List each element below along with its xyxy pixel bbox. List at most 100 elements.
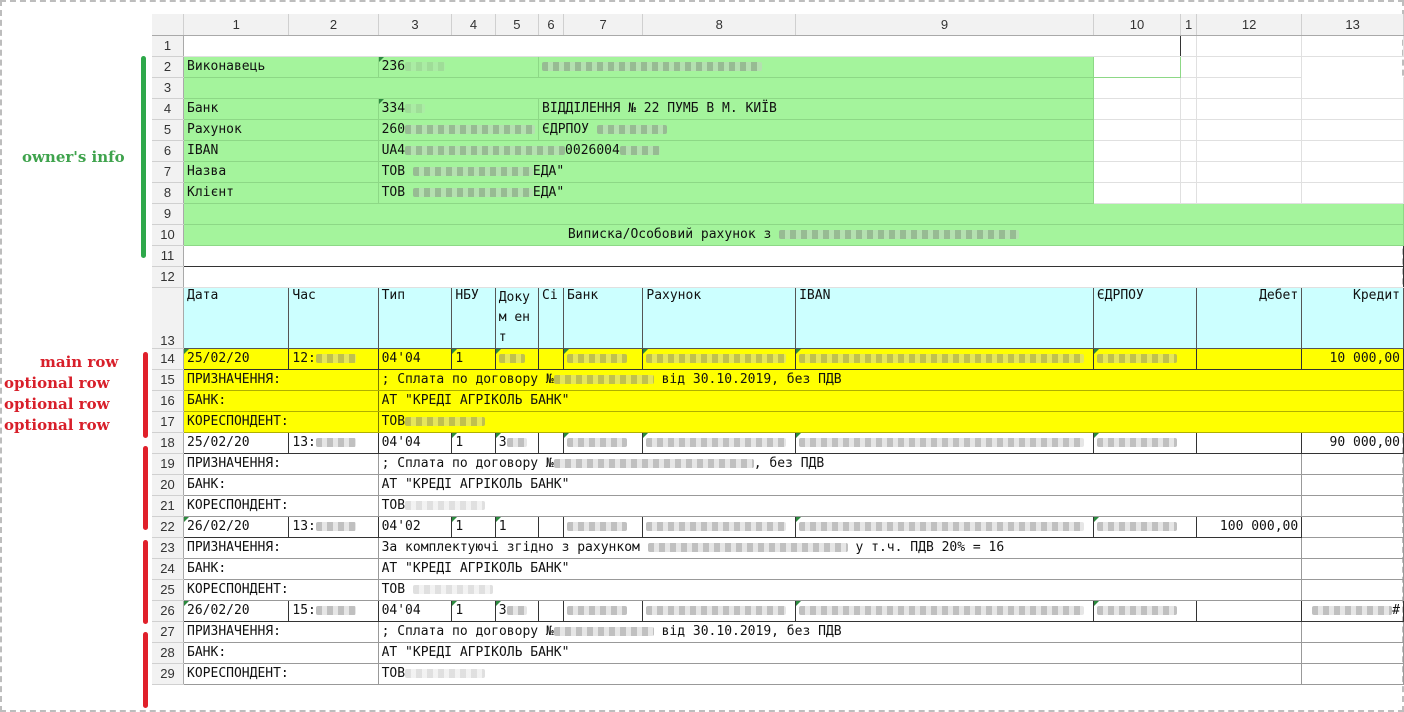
col-header-8[interactable]: 8 [642,14,797,36]
cell-nbu[interactable]: 1 [451,347,496,370]
row-header[interactable]: 25 [152,579,185,601]
row-header[interactable]: 11 [152,245,185,267]
cell-a8[interactable]: Клієнт [183,182,379,204]
header-account[interactable]: Рахунок [642,286,797,349]
cell-correspondent[interactable]: ТОВ [378,579,1303,601]
cell-nbu[interactable]: 1 [451,431,496,454]
row-header[interactable]: 2 [152,56,185,78]
cell-label[interactable]: БАНК: [183,558,379,580]
cell-purpose[interactable]: ; Сплата по договору № від 30.10.2019, б… [378,621,1303,643]
row-header[interactable]: 18 [152,432,185,454]
cell-f2[interactable] [538,56,1094,78]
cell-correspondent[interactable]: ТОВ [378,663,1303,685]
cell-correspondent[interactable]: ТОВ [378,495,1303,517]
cell-label[interactable]: КОРЕСПОНДЕНТ: [183,663,379,685]
cell-c4[interactable]: 334 [378,98,540,120]
cell-credit[interactable]: 10 000,00 [1301,347,1404,370]
cell-label[interactable]: ПРИЗНАЧЕННЯ: [183,453,379,475]
cell-purpose[interactable]: За комплектуючі згідно з рахунком у т.ч.… [378,537,1303,559]
cell-time[interactable]: 13: [288,431,379,454]
cell-edrpou[interactable] [1092,347,1198,370]
row-header[interactable]: 8 [152,182,185,204]
cell-date[interactable]: 26/02/20 [183,599,290,622]
row-header[interactable]: 27 [152,621,185,643]
cell-a2[interactable]: Виконавець [183,56,379,78]
cell-bank-name[interactable]: АТ "КРЕДІ АГРІКОЛЬ БАНК" [378,642,1303,664]
cell-label[interactable]: ПРИЗНАЧЕННЯ: [183,369,379,391]
header-edrpou[interactable]: ЄДРПОУ [1092,286,1198,349]
header-debit[interactable]: Дебет [1196,286,1303,349]
cell-debit[interactable]: 100 000,00 [1196,515,1303,538]
col-header-4[interactable]: 4 [451,14,496,36]
row-header[interactable]: 10 [152,224,185,246]
cell-debit[interactable] [1196,347,1303,370]
row-header[interactable]: 23 [152,537,185,559]
cell-bank-name[interactable]: АТ "КРЕДІ АГРІКОЛЬ БАНК" [378,474,1303,496]
cell-label[interactable]: КОРЕСПОНДЕНТ: [183,411,379,433]
row-header[interactable]: 5 [152,119,185,141]
row-header[interactable]: 17 [152,411,185,433]
cell-nbu[interactable]: 1 [451,515,496,538]
header-bank[interactable]: Банк [562,286,644,349]
cell-bank[interactable] [562,347,644,370]
cell-a7[interactable]: Назва [183,161,379,183]
row-header[interactable]: 21 [152,495,185,517]
cell-date[interactable]: 26/02/20 [183,515,290,538]
row-header[interactable]: 7 [152,161,185,183]
cell-f5[interactable]: ЄДРПОУ [538,119,1094,141]
row-header[interactable]: 24 [152,558,185,580]
cell-label[interactable]: БАНК: [183,474,379,496]
statement-title[interactable]: Виписка/Особовий рахунок з [183,224,1404,246]
row-header[interactable]: 1 [152,35,185,57]
cell-iban[interactable] [795,347,1094,370]
select-all-corner[interactable] [152,14,185,36]
cell-bank-name[interactable]: АТ "КРЕДІ АГРІКОЛЬ БАНК" [378,558,1303,580]
row-header[interactable]: 13 [152,287,185,349]
row-header[interactable]: 3 [152,77,185,99]
col-header-9[interactable]: 9 [795,14,1094,36]
cell-bank-name[interactable]: АТ "КРЕДІ АГРІКОЛЬ БАНК" [378,390,1404,412]
cell-account[interactable] [642,347,797,370]
cell-correspondent[interactable]: ТОВ [378,411,1404,433]
row-header[interactable]: 9 [152,203,185,225]
cell-doc[interactable]: 1 [494,515,540,538]
cell-label[interactable]: КОРЕСПОНДЕНТ: [183,495,379,517]
cell-label[interactable]: ПРИЗНАЧЕННЯ: [183,537,379,559]
col-header-7[interactable]: 7 [563,14,644,36]
row-header[interactable]: 16 [152,390,185,412]
cell-purpose[interactable]: ; Сплата по договору № від 30.10.2019, б… [378,369,1404,391]
col-header-6[interactable]: 6 [538,14,564,36]
row-header[interactable]: 19 [152,453,185,475]
row-header[interactable]: 12 [152,266,185,288]
cell-purpose[interactable]: ; Сплата по договору №, без ПДВ [378,453,1303,475]
cell-a4[interactable]: Банк [183,98,379,120]
header-time[interactable]: Час [288,286,379,349]
cell-a5[interactable]: Рахунок [183,119,379,141]
row-header[interactable]: 4 [152,98,185,120]
cell-nbu[interactable]: 1 [451,599,496,622]
row-header[interactable]: 29 [152,663,185,685]
cell-label[interactable]: БАНК: [183,390,379,412]
row-header[interactable]: 14 [152,348,185,370]
spreadsheet-grid[interactable]: 1 2 3 4 5 6 7 8 9 10 1 12 13 1 2 Виконав… [152,14,1404,685]
col-header-13[interactable]: 13 [1301,14,1404,36]
cell-c2[interactable]: 236 [378,56,540,78]
cell-a6[interactable]: IBAN [183,140,379,162]
col-header-5[interactable]: 5 [495,14,540,36]
cell-c6[interactable]: UA4 0026004 [378,140,1094,162]
cell-c8[interactable]: ТОВ ЕДА" [378,182,1094,204]
col-header-3[interactable]: 3 [378,14,453,36]
col-header-11[interactable]: 1 [1180,14,1198,36]
cell-type[interactable]: 04'04 [377,431,453,454]
row-header[interactable]: 20 [152,474,185,496]
row-header[interactable]: 15 [152,369,185,391]
row-header[interactable]: 28 [152,642,185,664]
col-header-12[interactable]: 12 [1196,14,1303,36]
cell-label[interactable]: КОРЕСПОНДЕНТ: [183,579,379,601]
cell-doc[interactable] [494,347,540,370]
col-header-10[interactable]: 10 [1093,14,1182,36]
cell-time[interactable]: 13: [288,515,379,538]
cell-doc[interactable]: 3 [494,431,540,454]
cell-date[interactable]: 25/02/20 [183,347,290,370]
cell-c7[interactable]: ТОВ ЕДА" [378,161,1094,183]
